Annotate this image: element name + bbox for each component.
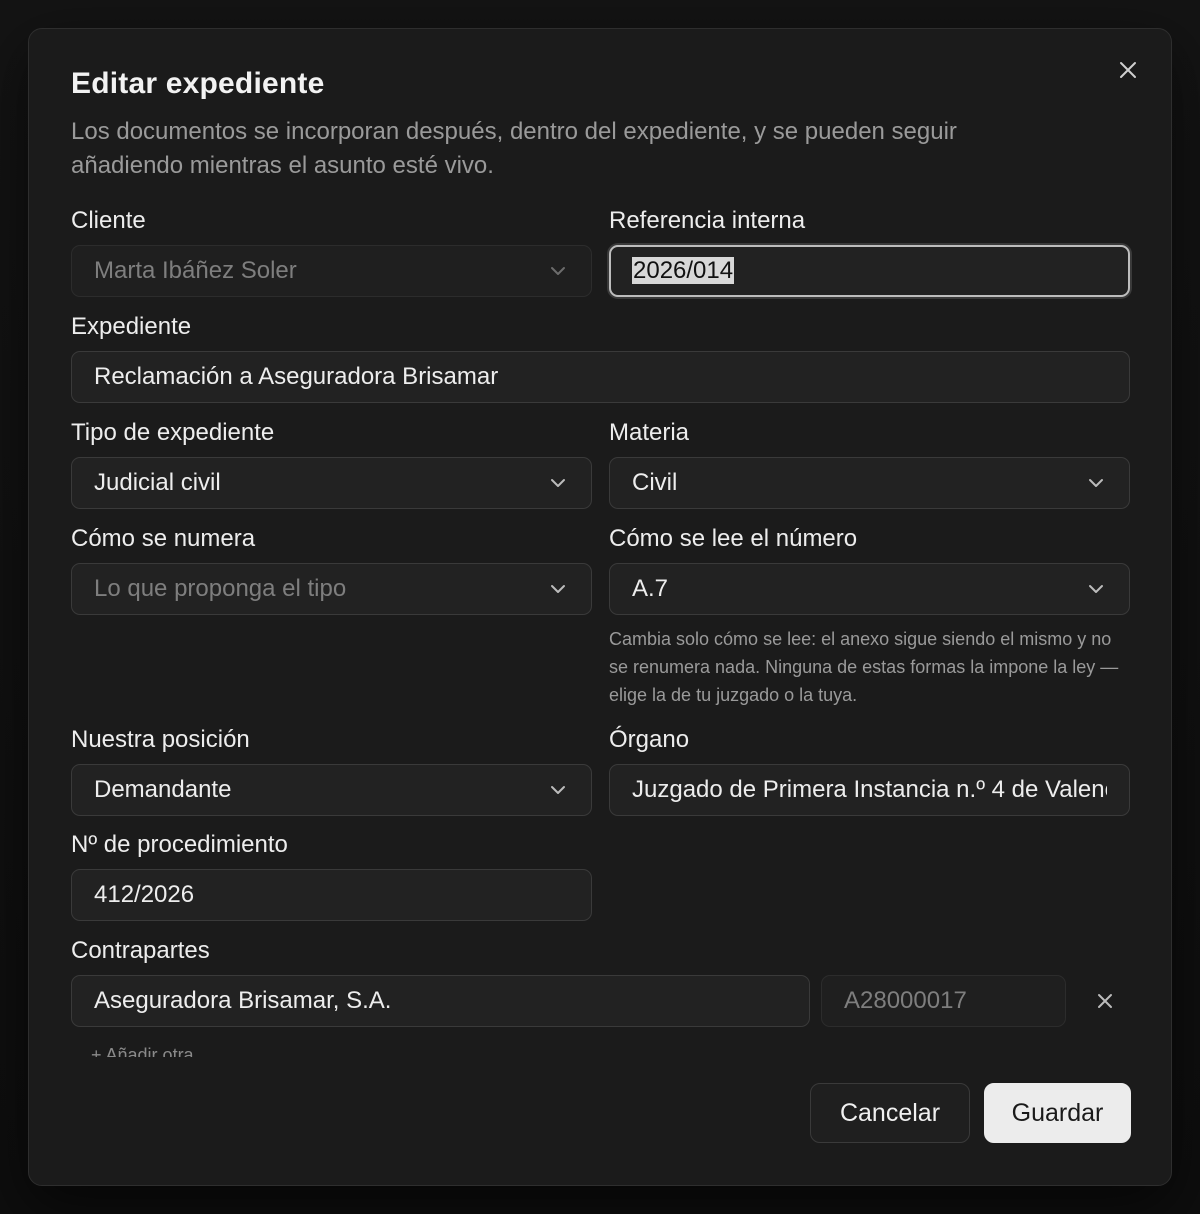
close-button[interactable] bbox=[1115, 57, 1141, 83]
contraparte-id-value: A28000017 bbox=[844, 987, 967, 1014]
contraparte-id-input[interactable]: A28000017 bbox=[821, 975, 1066, 1027]
organo-input[interactable]: Juzgado de Primera Instancia n.º 4 de Va… bbox=[609, 764, 1130, 816]
posicion-value: Demandante bbox=[94, 776, 232, 803]
numera-select[interactable]: Lo que proponga el tipo bbox=[71, 563, 592, 615]
chevron-down-icon bbox=[1085, 578, 1107, 600]
contrapartes-label: Contrapartes bbox=[71, 937, 210, 964]
dialog-description: Los documentos se incorporan después, de… bbox=[71, 118, 957, 179]
lee-help-text: Cambia solo cómo se lee: el anexo sigue … bbox=[609, 629, 1119, 705]
save-button[interactable]: Guardar bbox=[984, 1083, 1131, 1143]
chevron-down-icon bbox=[547, 260, 569, 282]
remove-contraparte-button[interactable] bbox=[1093, 989, 1117, 1013]
contraparte-name-input[interactable]: Aseguradora Brisamar, S.A. bbox=[71, 975, 810, 1027]
add-contraparte-link[interactable]: + Añadir otra bbox=[91, 1045, 194, 1057]
cancel-button[interactable]: Cancelar bbox=[810, 1083, 970, 1143]
referencia-label: Referencia interna bbox=[609, 207, 806, 234]
lee-label: Cómo se lee el número bbox=[609, 525, 858, 552]
organo-label: Órgano bbox=[609, 726, 690, 753]
chevron-down-icon bbox=[547, 578, 569, 600]
procedimiento-label: Nº de procedimiento bbox=[71, 831, 288, 858]
contraparte-name-value: Aseguradora Brisamar, S.A. bbox=[94, 987, 392, 1014]
tipo-label: Tipo de expediente bbox=[71, 419, 275, 446]
procedimiento-value: 412/2026 bbox=[94, 881, 195, 908]
dialog-title: Editar expediente bbox=[71, 67, 325, 100]
materia-select[interactable]: Civil bbox=[609, 457, 1130, 509]
expediente-value: Reclamación a Aseguradora Brisamar bbox=[94, 363, 499, 390]
organo-value: Juzgado de Primera Instancia n.º 4 de Va… bbox=[632, 776, 1107, 803]
cliente-value: Marta Ibáñez Soler bbox=[94, 257, 297, 284]
cliente-label: Cliente bbox=[71, 207, 146, 234]
materia-label: Materia bbox=[609, 419, 690, 446]
lee-select[interactable]: A.7 bbox=[609, 563, 1130, 615]
numera-label: Cómo se numera bbox=[71, 525, 256, 552]
materia-value: Civil bbox=[632, 469, 678, 496]
procedimiento-input[interactable]: 412/2026 bbox=[71, 869, 592, 921]
tipo-select[interactable]: Judicial civil bbox=[71, 457, 592, 509]
close-icon bbox=[1120, 62, 1136, 78]
numera-value: Lo que proponga el tipo bbox=[94, 575, 347, 602]
tipo-value: Judicial civil bbox=[94, 469, 221, 496]
referencia-value: 2026/014 bbox=[632, 257, 735, 284]
chevron-down-icon bbox=[1085, 472, 1107, 494]
close-icon bbox=[1098, 994, 1112, 1008]
lee-value: A.7 bbox=[632, 575, 669, 602]
add-contraparte-link-wrapper: + Añadir otra bbox=[71, 1041, 471, 1057]
edit-case-dialog: Editar expediente Los documentos se inco… bbox=[28, 28, 1172, 1186]
cliente-select[interactable]: Marta Ibáñez Soler bbox=[71, 245, 592, 297]
posicion-label: Nuestra posición bbox=[71, 726, 250, 753]
chevron-down-icon bbox=[547, 472, 569, 494]
expediente-label: Expediente bbox=[71, 313, 192, 340]
posicion-select[interactable]: Demandante bbox=[71, 764, 592, 816]
referencia-input[interactable]: 2026/014 bbox=[609, 245, 1130, 297]
chevron-down-icon bbox=[547, 779, 569, 801]
expediente-input[interactable]: Reclamación a Aseguradora Brisamar bbox=[71, 351, 1130, 403]
